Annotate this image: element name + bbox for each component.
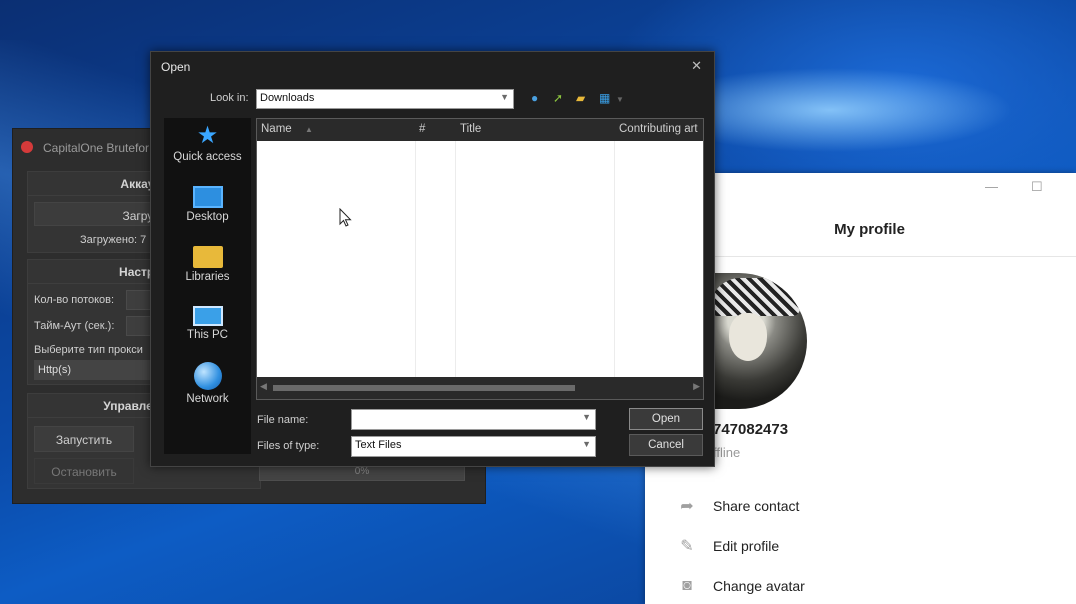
edit-profile-label: Edit profile <box>713 538 780 554</box>
star-icon: ★ <box>196 122 219 149</box>
change-avatar-label: Change avatar <box>713 578 805 594</box>
change-avatar-button[interactable]: ◙ Change avatar <box>675 574 805 598</box>
maximize-icon[interactable]: ☐ <box>1031 179 1043 195</box>
avatar-scarf <box>710 278 800 316</box>
app-logo-icon <box>21 141 33 153</box>
look-in-value: Downloads <box>260 92 315 104</box>
profile-status: ffline <box>713 445 741 460</box>
folder-icon <box>192 246 223 268</box>
avatar-mask <box>729 313 767 361</box>
look-in-label: Look in: <box>210 92 249 104</box>
pencil-icon: ✎ <box>680 538 694 555</box>
place-label: Libraries <box>185 271 230 283</box>
threads-label: Кол-во потоков: <box>34 294 115 306</box>
place-desktop[interactable]: Desktop <box>164 186 251 223</box>
close-icon[interactable]: ✕ <box>691 58 702 74</box>
scroll-right-icon[interactable]: ▶ <box>693 381 700 392</box>
place-quick-access[interactable]: ★ Quick access <box>164 122 251 164</box>
computer-icon <box>192 306 223 326</box>
place-network[interactable]: Network <box>164 362 251 405</box>
file-type-value: Text Files <box>355 439 402 451</box>
cancel-button[interactable]: Cancel <box>629 434 703 456</box>
place-label: Quick access <box>173 151 242 163</box>
place-this-pc[interactable]: This PC <box>164 306 251 341</box>
column-divider <box>415 141 416 377</box>
open-dialog: Open ✕ Look in: Downloads ▼ ● ➚ ▰ ▦ ▼ ★ … <box>150 51 715 467</box>
up-folder-icon[interactable]: ➚ <box>553 91 563 105</box>
place-label: Network <box>186 393 229 405</box>
column-number[interactable]: # <box>419 123 425 135</box>
share-contact-label: Share contact <box>713 498 800 514</box>
chevron-down-icon: ▼ <box>582 439 591 449</box>
scroll-left-icon[interactable]: ◀ <box>260 381 267 392</box>
view-menu-icon[interactable]: ▦ <box>599 91 610 105</box>
minimize-icon[interactable]: — <box>985 179 998 194</box>
file-list[interactable]: Name ▲ # Title Contributing art ◀ ▶ <box>256 118 704 400</box>
column-artist[interactable]: Contributing art <box>619 123 698 135</box>
chevron-down-icon: ▼ <box>500 92 509 102</box>
proxy-label: Выберите тип прокси <box>34 344 143 356</box>
column-title[interactable]: Title <box>460 123 481 135</box>
place-label: This PC <box>187 329 228 341</box>
file-name-label: File name: <box>257 414 309 426</box>
scrollbar-thumb[interactable] <box>273 385 575 391</box>
loaded-text: Загружено: 7 <box>80 234 147 246</box>
share-icon: ➦ <box>680 498 694 515</box>
column-name[interactable]: Name <box>261 123 292 135</box>
new-folder-icon[interactable]: ▰ <box>576 91 585 105</box>
edit-profile-button[interactable]: ✎ Edit profile <box>675 534 779 558</box>
places-bar: ★ Quick access Desktop Libraries This PC… <box>164 118 251 454</box>
globe-icon <box>193 362 222 390</box>
stop-button[interactable]: Остановить <box>34 458 134 484</box>
place-label: Desktop <box>186 211 229 223</box>
mouse-cursor-icon <box>339 208 352 227</box>
place-libraries[interactable]: Libraries <box>164 246 251 283</box>
column-divider <box>614 141 615 377</box>
file-type-select[interactable]: Text Files ▼ <box>351 436 596 457</box>
start-button[interactable]: Запустить <box>34 426 134 452</box>
avatar[interactable] <box>705 273 807 409</box>
file-name-input[interactable]: ▼ <box>351 409 596 430</box>
back-icon[interactable]: ● <box>531 91 538 105</box>
horizontal-scrollbar[interactable]: ◀ ▶ <box>257 377 703 399</box>
share-contact-button[interactable]: ➦ Share contact <box>675 494 799 518</box>
camera-icon: ◙ <box>682 577 692 594</box>
open-button[interactable]: Open <box>629 408 703 430</box>
dialog-title: Open <box>161 60 191 74</box>
column-divider <box>455 141 456 377</box>
bruteforce-title: CapitalOne Brutefor <box>43 141 150 155</box>
view-chevron-icon[interactable]: ▼ <box>616 95 624 104</box>
file-list-header: Name ▲ # Title Contributing art <box>257 119 703 141</box>
file-type-label: Files of type: <box>257 440 320 452</box>
desktop-icon <box>192 186 223 208</box>
timeout-label: Тайм-Аут (сек.): <box>34 320 115 332</box>
sort-asc-icon: ▲ <box>305 125 313 134</box>
look-in-select[interactable]: Downloads ▼ <box>256 89 514 109</box>
proxy-select[interactable]: Http(s) <box>34 360 154 380</box>
chevron-down-icon: ▼ <box>582 412 591 422</box>
profile-phone: 747082473 <box>713 421 789 438</box>
